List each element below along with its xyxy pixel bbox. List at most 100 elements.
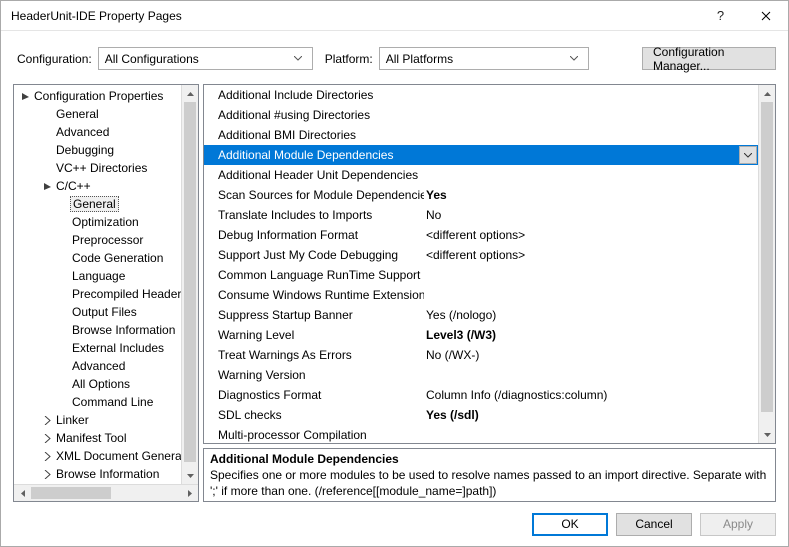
tree-item[interactable]: VC++ Directories bbox=[14, 159, 198, 177]
tree-item[interactable]: External Includes bbox=[14, 339, 198, 357]
grid-vertical-scrollbar[interactable] bbox=[758, 85, 775, 443]
property-name: Treat Warnings As Errors bbox=[204, 348, 424, 362]
apply-button[interactable]: Apply bbox=[700, 513, 776, 536]
scroll-down-icon[interactable] bbox=[759, 426, 776, 443]
tree-horizontal-scrollbar[interactable] bbox=[14, 484, 198, 501]
tree-item[interactable]: Optimization bbox=[14, 213, 198, 231]
configuration-label: Configuration: bbox=[17, 52, 92, 66]
scroll-down-icon[interactable] bbox=[182, 467, 199, 484]
property-row[interactable]: Additional #using Directories bbox=[204, 105, 758, 125]
property-row[interactable]: Scan Sources for Module DependenciesYes bbox=[204, 185, 758, 205]
close-button[interactable] bbox=[743, 1, 788, 31]
property-row[interactable]: Treat Warnings As ErrorsNo (/WX-) bbox=[204, 345, 758, 365]
property-row[interactable]: Warning LevelLevel3 (/W3) bbox=[204, 325, 758, 345]
tree-item[interactable]: Precompiled Headers bbox=[14, 285, 198, 303]
property-row[interactable]: Multi-processor Compilation bbox=[204, 425, 758, 443]
tree-item[interactable]: C/C++ bbox=[14, 177, 198, 195]
property-name: Diagnostics Format bbox=[204, 388, 424, 402]
expand-icon[interactable] bbox=[40, 434, 54, 443]
help-button[interactable]: ? bbox=[698, 1, 743, 31]
property-grid: Additional Include Directories Additional… bbox=[203, 84, 776, 444]
tree[interactable]: Configuration PropertiesGeneralAdvancedD… bbox=[14, 85, 198, 484]
property-value[interactable]: Yes (/sdl) bbox=[424, 408, 758, 422]
property-row[interactable]: Debug Information Format<different optio… bbox=[204, 225, 758, 245]
ok-button[interactable]: OK bbox=[532, 513, 608, 536]
tree-item[interactable]: Preprocessor bbox=[14, 231, 198, 249]
configuration-select[interactable]: All Configurations bbox=[98, 47, 313, 70]
property-value[interactable]: No (/WX-) bbox=[424, 348, 758, 362]
scroll-up-icon[interactable] bbox=[182, 85, 199, 102]
tree-item-label: External Includes bbox=[70, 341, 166, 355]
platform-select[interactable]: All Platforms bbox=[379, 47, 589, 70]
expand-icon[interactable] bbox=[40, 182, 54, 191]
property-row[interactable]: Translate Includes to ImportsNo bbox=[204, 205, 758, 225]
property-row[interactable]: Support Just My Code Debugging<different… bbox=[204, 245, 758, 265]
property-name: Additional BMI Directories bbox=[204, 128, 424, 142]
tree-item[interactable]: Advanced bbox=[14, 357, 198, 375]
property-value[interactable]: Yes (/nologo) bbox=[424, 308, 758, 322]
collapse-icon[interactable] bbox=[18, 92, 32, 101]
property-name: Additional Include Directories bbox=[204, 88, 424, 102]
dialog-footer: OK Cancel Apply bbox=[1, 502, 788, 546]
tree-item-label: Optimization bbox=[70, 215, 141, 229]
property-row[interactable]: Diagnostics FormatColumn Info (/diagnost… bbox=[204, 385, 758, 405]
tree-item[interactable]: Linker bbox=[14, 411, 198, 429]
cancel-button[interactable]: Cancel bbox=[616, 513, 692, 536]
tree-item[interactable]: XML Document Generator bbox=[14, 447, 198, 465]
close-icon bbox=[761, 11, 771, 21]
expand-icon[interactable] bbox=[40, 416, 54, 425]
property-row[interactable]: Consume Windows Runtime Extension bbox=[204, 285, 758, 305]
right-pane: Additional Include Directories Additional… bbox=[203, 84, 776, 502]
tree-item[interactable]: Debugging bbox=[14, 141, 198, 159]
tree-root[interactable]: Configuration Properties bbox=[14, 87, 198, 105]
platform-label: Platform: bbox=[325, 52, 373, 66]
property-row[interactable]: Suppress Startup BannerYes (/nologo) bbox=[204, 305, 758, 325]
scroll-thumb[interactable] bbox=[31, 487, 111, 499]
tree-item[interactable]: Manifest Tool bbox=[14, 429, 198, 447]
tree-item[interactable]: Language bbox=[14, 267, 198, 285]
property-row[interactable]: Warning Version bbox=[204, 365, 758, 385]
property-name: Additional #using Directories bbox=[204, 108, 424, 122]
scroll-thumb[interactable] bbox=[761, 102, 773, 412]
scroll-left-icon[interactable] bbox=[14, 485, 31, 502]
property-name: Common Language RunTime Support bbox=[204, 268, 424, 282]
property-dropdown-button[interactable] bbox=[739, 146, 757, 164]
property-value[interactable]: <different options> bbox=[424, 248, 758, 262]
configuration-manager-button[interactable]: Configuration Manager... bbox=[642, 47, 776, 70]
property-row[interactable]: Common Language RunTime Support bbox=[204, 265, 758, 285]
tree-vertical-scrollbar[interactable] bbox=[181, 85, 198, 484]
property-row[interactable]: SDL checksYes (/sdl) bbox=[204, 405, 758, 425]
expand-icon[interactable] bbox=[40, 470, 54, 479]
scroll-right-icon[interactable] bbox=[181, 485, 198, 502]
tree-item[interactable]: Browse Information bbox=[14, 465, 198, 483]
tree-item[interactable]: Advanced bbox=[14, 123, 198, 141]
property-row[interactable]: Additional Include Directories bbox=[204, 85, 758, 105]
property-row[interactable]: Additional Module Dependencies bbox=[204, 145, 758, 165]
tree-item[interactable]: General bbox=[14, 195, 198, 213]
property-value[interactable]: No bbox=[424, 208, 758, 222]
property-value[interactable]: <different options> bbox=[424, 228, 758, 242]
scroll-up-icon[interactable] bbox=[759, 85, 776, 102]
tree-item-label: Linker bbox=[54, 413, 91, 427]
tree-item-label: General bbox=[70, 196, 119, 212]
expand-icon[interactable] bbox=[40, 452, 54, 461]
tree-item-label: C/C++ bbox=[54, 179, 93, 193]
tree-item[interactable]: Browse Information bbox=[14, 321, 198, 339]
tree-item-label: Preprocessor bbox=[70, 233, 145, 247]
tree-item[interactable]: All Options bbox=[14, 375, 198, 393]
property-value[interactable]: Level3 (/W3) bbox=[424, 328, 758, 342]
tree-item[interactable]: Code Generation bbox=[14, 249, 198, 267]
property-value[interactable]: Column Info (/diagnostics:column) bbox=[424, 388, 758, 402]
tree-item[interactable]: General bbox=[14, 105, 198, 123]
property-grid-body[interactable]: Additional Include Directories Additional… bbox=[204, 85, 758, 443]
property-row[interactable]: Additional BMI Directories bbox=[204, 125, 758, 145]
tree-item[interactable]: Command Line bbox=[14, 393, 198, 411]
property-value[interactable]: Yes bbox=[424, 188, 758, 202]
tree-item-label: XML Document Generator bbox=[54, 449, 198, 463]
property-name: SDL checks bbox=[204, 408, 424, 422]
scroll-thumb[interactable] bbox=[184, 102, 196, 462]
property-name: Multi-processor Compilation bbox=[204, 428, 424, 442]
tree-item[interactable]: Output Files bbox=[14, 303, 198, 321]
property-row[interactable]: Additional Header Unit Dependencies bbox=[204, 165, 758, 185]
tree-item-label: Configuration Properties bbox=[32, 89, 165, 103]
